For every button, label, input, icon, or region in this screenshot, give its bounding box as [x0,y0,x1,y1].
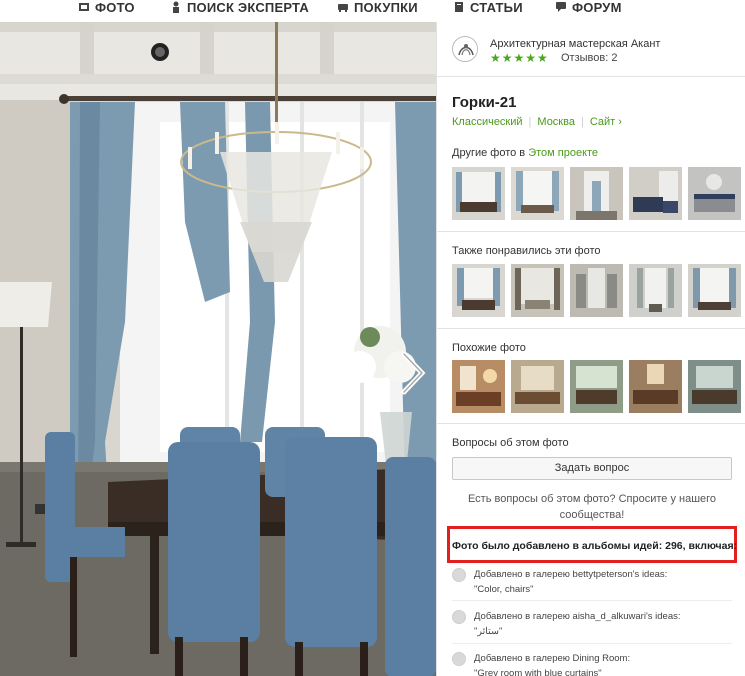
other-photos-title: Другие фото в Этом проекте [452,147,598,159]
photo-thumbnail[interactable] [688,360,741,413]
photo-thumbnail[interactable] [452,264,505,317]
professional-name[interactable]: Архитектурная мастерская Акант [490,38,660,50]
photo-thumbnail[interactable] [570,167,623,220]
divider [437,231,745,232]
tag-style[interactable]: Классический [452,116,523,128]
photo-thumbnail[interactable] [570,360,623,413]
photo-thumbnail[interactable] [452,167,505,220]
photo-thumbnail[interactable] [688,167,741,220]
tag-location[interactable]: Москва [537,116,575,128]
nav-find-expert[interactable]: ПОИСК ЭКСПЕРТА [170,0,309,15]
ask-question-button[interactable]: Задать вопрос [452,457,732,480]
photo-thumbnail[interactable] [511,167,564,220]
book-icon [455,2,463,12]
photo-icon [79,3,89,11]
nav-articles[interactable]: СТАТЬИ [453,0,523,15]
photo-thumbnail[interactable] [629,360,682,413]
other-photos-prefix: Другие фото в [452,147,529,159]
gallery-entry-comment: "Color, chairs" [474,584,534,595]
photo-info-panel: Архитектурная мастерская Акант ★★★★★ Отз… [436,22,745,676]
chat-icon [556,2,566,12]
top-navigation: ФОТО ПОИСК ЭКСПЕРТА ПОКУПКИ СТАТЬИ ФОРУМ [0,0,745,22]
this-project-link[interactable]: Этом проекте [528,147,598,159]
avatar [452,652,466,666]
nav-articles-label: СТАТЬИ [470,0,523,15]
nav-forum[interactable]: ФОРУМ [555,0,622,15]
avatar [452,568,466,582]
project-title: Горки-21 [452,94,517,111]
gallery-entry-comment: "ستائر" [474,626,503,637]
similar-photos-thumbs [452,360,741,413]
acanthus-logo-icon [454,38,477,61]
other-photos-thumbs [452,167,741,220]
nav-photo[interactable]: ФОТО [78,0,135,15]
photo-thumbnail[interactable] [511,264,564,317]
nav-find-expert-label: ПОИСК ЭКСПЕРТА [187,0,309,15]
photo-thumbnail[interactable] [511,360,564,413]
photo-thumbnail[interactable] [688,264,741,317]
divider [452,643,732,644]
photo-thumbnail[interactable] [629,264,682,317]
divider [437,76,745,77]
divider [452,600,732,601]
ask-community-note: Есть вопросы об этом фото? Спросите у на… [467,493,717,521]
photo-thumbnail[interactable] [570,264,623,317]
nav-photo-label: ФОТО [95,0,135,15]
also-liked-thumbs [452,264,741,317]
nav-shopping[interactable]: ПОКУПКИ [337,0,418,15]
tag-website[interactable]: Сайт › [590,116,622,128]
project-tags: Классический | Москва | Сайт › [452,116,622,128]
photo-thumbnail[interactable] [452,360,505,413]
next-photo-arrow-icon[interactable] [398,350,428,396]
tag-separator: | [528,116,532,128]
avatar [452,610,466,624]
gallery-entry-comment: "Grey room with blue curtains" [474,668,602,676]
also-liked-title: Также понравились эти фото [452,245,601,257]
cart-icon [338,4,348,12]
similar-photos-title: Похожие фото [452,342,526,354]
professional-logo[interactable] [452,36,478,62]
gallery-entry-title: Добавлено в галерею Dining Room: [474,653,631,664]
tag-separator: | [580,116,584,128]
questions-title: Вопросы об этом фото [452,437,569,449]
person-icon [173,1,179,13]
divider [437,328,745,329]
main-photo[interactable] [0,22,436,676]
rating-stars: ★★★★★ [490,51,549,65]
divider [437,423,745,424]
nav-shopping-label: ПОКУПКИ [354,0,418,15]
nav-forum-label: ФОРУМ [572,0,622,15]
gallery-entry-title: Добавлено в галерею aisha_d_alkuwari's i… [474,611,681,622]
gallery-entry-title: Добавлено в галерею bettytpeterson's ide… [474,569,668,580]
photo-thumbnail[interactable] [629,167,682,220]
reviews-count[interactable]: Отзывов: 2 [561,52,617,64]
added-to-albums-heading: Фото было добавлено в альбомы идей: 296,… [452,540,738,552]
dining-room-image [0,22,436,676]
